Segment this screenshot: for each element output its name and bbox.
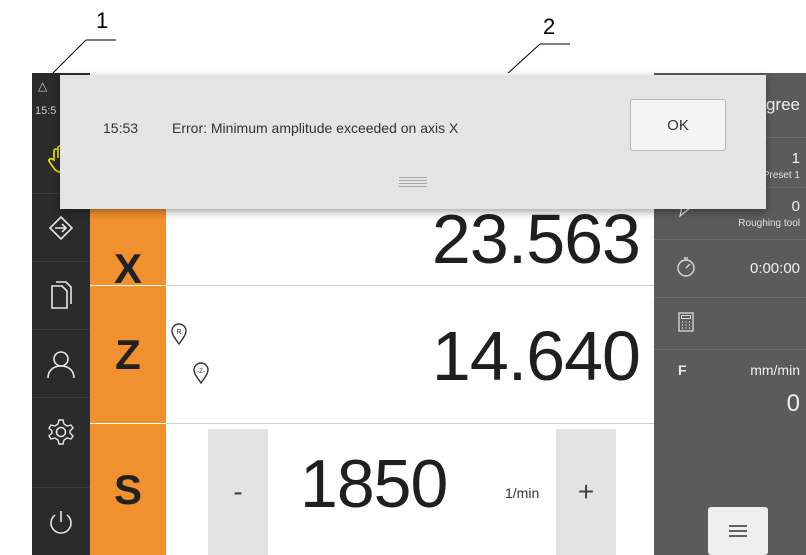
spindle-decrease-button[interactable]: -: [208, 429, 268, 555]
axis-label-z[interactable]: Z: [90, 286, 166, 423]
triangle-warning-icon: △: [38, 79, 48, 93]
error-message-text: Error: Minimum amplitude exceeded on axi…: [172, 120, 459, 136]
svg-text:R: R: [176, 329, 181, 336]
spindle-increase-button[interactable]: +: [556, 429, 616, 555]
reference-mark-icon: R: [171, 323, 187, 345]
power-icon: [50, 511, 72, 534]
axis-divider: [166, 423, 654, 424]
preset-label: Preset 1: [762, 170, 800, 181]
context-menu-button[interactable]: [708, 507, 768, 555]
minus-label: -: [233, 476, 243, 507]
calculator-icon: [678, 312, 694, 332]
axis-row-z[interactable]: 14.640: [166, 286, 654, 423]
axis-z-value: 14.640: [431, 317, 641, 395]
tool-number: 0: [791, 198, 800, 215]
feed-row[interactable]: F mm/min 0: [654, 349, 806, 430]
axis-x-value: 23.563: [431, 200, 641, 278]
svg-text:-Z-: -Z-: [197, 369, 205, 375]
axis-z-letter: Z: [115, 330, 141, 378]
timer-row[interactable]: 0:00:00: [654, 239, 806, 298]
stopwatch-icon: [677, 257, 695, 277]
preset-number: 1: [791, 150, 800, 167]
user-icon: [47, 351, 75, 379]
sidebar-item-file-management[interactable]: [32, 261, 90, 330]
calculator-row[interactable]: [654, 297, 806, 350]
tool-label: Roughing tool: [738, 218, 800, 229]
plus-label: +: [577, 476, 595, 507]
spindle-speed-unit: 1/min: [505, 485, 540, 501]
files-icon: [51, 281, 72, 309]
sidebar-item-user[interactable]: [32, 329, 90, 398]
timer-value: 0:00:00: [749, 260, 800, 277]
status-time: 15:5: [35, 105, 57, 117]
feed-value: 0: [786, 390, 800, 417]
gear-icon: [48, 419, 74, 445]
feed-label: F: [678, 362, 687, 378]
ok-button[interactable]: OK: [630, 99, 726, 151]
spindle-speed-value: 1850: [300, 446, 448, 522]
zero-point-marker-icon: -Z-: [193, 362, 209, 384]
arrow-right-icon: [48, 215, 74, 241]
feed-unit: mm/min: [750, 362, 800, 378]
message-time: 15:53: [103, 120, 139, 136]
sidebar-item-power[interactable]: [32, 487, 90, 555]
drag-handle[interactable]: [399, 177, 427, 189]
hamburger-icon: [729, 525, 747, 537]
error-message-dialog: 15:53 Error: Minimum amplitude exceeded …: [60, 75, 766, 209]
sidebar-item-settings[interactable]: [32, 397, 90, 466]
spindle-letter: S: [113, 465, 142, 513]
spindle-label[interactable]: S: [90, 424, 166, 555]
panel-header-text: gree: [765, 95, 800, 114]
